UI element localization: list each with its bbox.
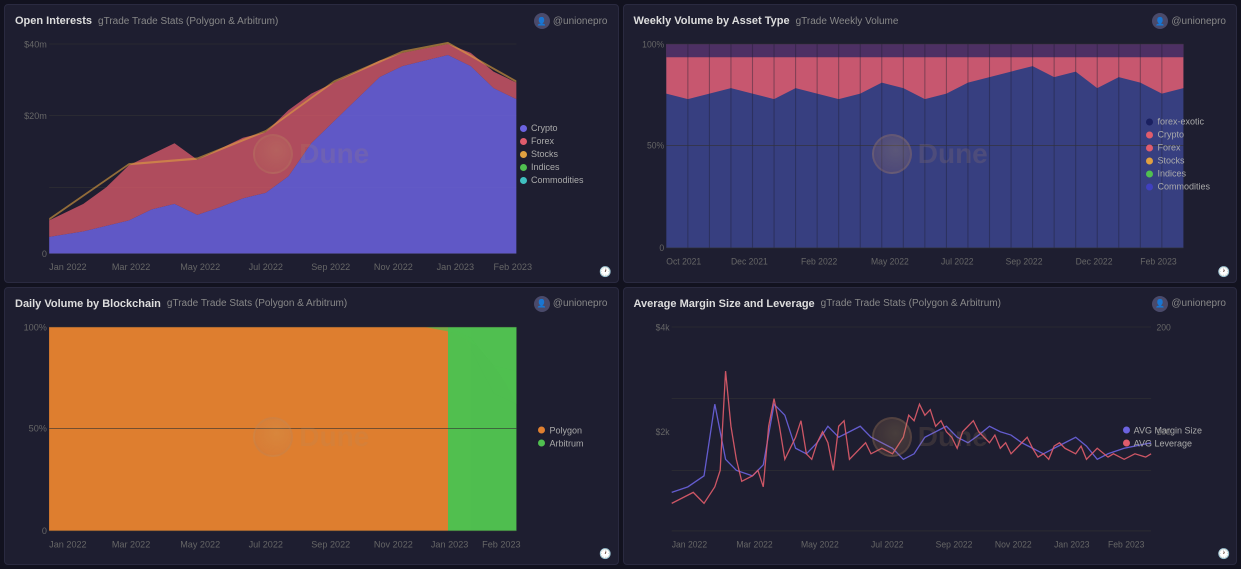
svg-text:Feb 2023: Feb 2023 (482, 539, 520, 549)
dashboard: Open Interests gTrade Trade Stats (Polyg… (0, 0, 1241, 569)
svg-text:Feb 2023: Feb 2023 (1140, 256, 1177, 266)
chart-weekly-volume: Weekly Volume by Asset Type gTrade Weekl… (623, 4, 1238, 283)
svg-text:Mar 2022: Mar 2022 (736, 539, 773, 549)
svg-text:Jan 2022: Jan 2022 (49, 262, 86, 272)
clock-icon-2: 🕐 (1218, 267, 1230, 278)
svg-text:Jul 2022: Jul 2022 (249, 262, 283, 272)
svg-text:100%: 100% (24, 322, 47, 332)
svg-text:Sep 2022: Sep 2022 (311, 539, 350, 549)
svg-text:50%: 50% (29, 423, 47, 433)
svg-text:Sep 2022: Sep 2022 (1005, 256, 1042, 266)
svg-text:Jul 2022: Jul 2022 (941, 256, 974, 266)
svg-text:0: 0 (42, 526, 47, 536)
clock-icon-3: 🕐 (599, 549, 611, 560)
svg-text:200: 200 (1156, 322, 1171, 332)
chart-header-3: Daily Volume by Blockchain gTrade Trade … (15, 296, 608, 312)
svg-text:$4k: $4k (655, 322, 670, 332)
avatar-1: 👤 (534, 13, 550, 29)
svg-text:Feb 2022: Feb 2022 (800, 256, 837, 266)
svg-text:Nov 2022: Nov 2022 (374, 262, 413, 272)
legend-4: AVG Margin Size AVG Leverage (1123, 425, 1202, 448)
chart-svg-1: $40m $20m 0 Jan 2022 Mar 2022 May 2022 J… (15, 33, 608, 276)
chart-daily-volume: Daily Volume by Blockchain gTrade Trade … (4, 287, 619, 566)
chart-svg-area-3: 100% 50% 0 Jan 2022 Mar 2022 May 2022 Ju… (15, 316, 608, 559)
chart-svg-3: 100% 50% 0 Jan 2022 Mar 2022 May 2022 Ju… (15, 316, 608, 559)
svg-text:Nov 2022: Nov 2022 (374, 539, 413, 549)
chart-title-4: Average Margin Size and Leverage (634, 298, 815, 310)
chart-svg-area-4: $4k $2k 200 100 Jan 2022 Mar 2022 May 20… (634, 316, 1227, 559)
legend-3: Polygon Arbitrum (538, 425, 583, 448)
chart-subtitle-3: gTrade Trade Stats (Polygon & Arbitrum) (167, 298, 347, 309)
svg-text:Sep 2022: Sep 2022 (935, 539, 972, 549)
svg-text:0: 0 (42, 249, 47, 259)
svg-text:$40m: $40m (24, 39, 47, 49)
avatar-3: 👤 (534, 296, 550, 312)
clock-icon-1: 🕐 (599, 267, 611, 278)
chart-svg-2: 100% 50% 0 Oct 2021 Dec 2021 Feb 2022 Ma… (634, 33, 1227, 276)
svg-text:Mar 2022: Mar 2022 (112, 539, 150, 549)
svg-text:Jan 2022: Jan 2022 (49, 539, 86, 549)
svg-text:0: 0 (659, 243, 664, 253)
svg-text:Jan 2023: Jan 2023 (431, 539, 468, 549)
svg-text:Mar 2022: Mar 2022 (112, 262, 150, 272)
chart-avg-margin: Average Margin Size and Leverage gTrade … (623, 287, 1238, 566)
chart-svg-area-2: 100% 50% 0 Oct 2021 Dec 2021 Feb 2022 Ma… (634, 33, 1227, 276)
legend-2: forex-exotic Crypto Forex Stocks Indices… (1146, 117, 1210, 192)
svg-text:Jan 2023: Jan 2023 (1054, 539, 1090, 549)
svg-text:$2k: $2k (655, 426, 670, 436)
chart-header-1: Open Interests gTrade Trade Stats (Polyg… (15, 13, 608, 29)
svg-text:Feb 2023: Feb 2023 (494, 262, 532, 272)
svg-text:May 2022: May 2022 (180, 539, 220, 549)
svg-text:Sep 2022: Sep 2022 (311, 262, 350, 272)
svg-text:Feb 2023: Feb 2023 (1108, 539, 1145, 549)
svg-text:Jan 2023: Jan 2023 (437, 262, 474, 272)
avatar-4: 👤 (1152, 296, 1168, 312)
svg-text:50%: 50% (646, 141, 663, 151)
svg-text:Oct 2021: Oct 2021 (666, 256, 701, 266)
clock-icon-4: 🕐 (1218, 549, 1230, 560)
avatar-2: 👤 (1152, 13, 1168, 29)
svg-text:Jul 2022: Jul 2022 (249, 539, 283, 549)
svg-text:Dec 2021: Dec 2021 (730, 256, 767, 266)
chart-user-1: 👤 @unionepro (534, 13, 608, 29)
chart-user-2: 👤 @unionepro (1152, 13, 1226, 29)
svg-text:Dec 2022: Dec 2022 (1075, 256, 1112, 266)
chart-user-4: 👤 @unionepro (1152, 296, 1226, 312)
chart-header-2: Weekly Volume by Asset Type gTrade Weekl… (634, 13, 1227, 29)
chart-subtitle-1: gTrade Trade Stats (Polygon & Arbitrum) (98, 16, 278, 27)
legend-1: Crypto Forex Stocks Indices Commodities (520, 123, 584, 185)
svg-text:May 2022: May 2022 (800, 539, 838, 549)
svg-text:May 2022: May 2022 (871, 256, 909, 266)
svg-text:May 2022: May 2022 (180, 262, 220, 272)
svg-text:Nov 2022: Nov 2022 (994, 539, 1031, 549)
chart-user-3: 👤 @unionepro (534, 296, 608, 312)
svg-text:Jan 2022: Jan 2022 (671, 539, 707, 549)
svg-text:$20m: $20m (24, 111, 47, 121)
chart-subtitle-4: gTrade Trade Stats (Polygon & Arbitrum) (821, 298, 1001, 309)
chart-title-2: Weekly Volume by Asset Type (634, 15, 790, 27)
chart-header-4: Average Margin Size and Leverage gTrade … (634, 296, 1227, 312)
chart-svg-area-1: $40m $20m 0 Jan 2022 Mar 2022 May 2022 J… (15, 33, 608, 276)
chart-title-1: Open Interests (15, 15, 92, 27)
chart-title-3: Daily Volume by Blockchain (15, 298, 161, 310)
svg-text:100%: 100% (642, 39, 664, 49)
svg-text:Jul 2022: Jul 2022 (871, 539, 904, 549)
chart-subtitle-2: gTrade Weekly Volume (796, 16, 899, 27)
chart-open-interests: Open Interests gTrade Trade Stats (Polyg… (4, 4, 619, 283)
